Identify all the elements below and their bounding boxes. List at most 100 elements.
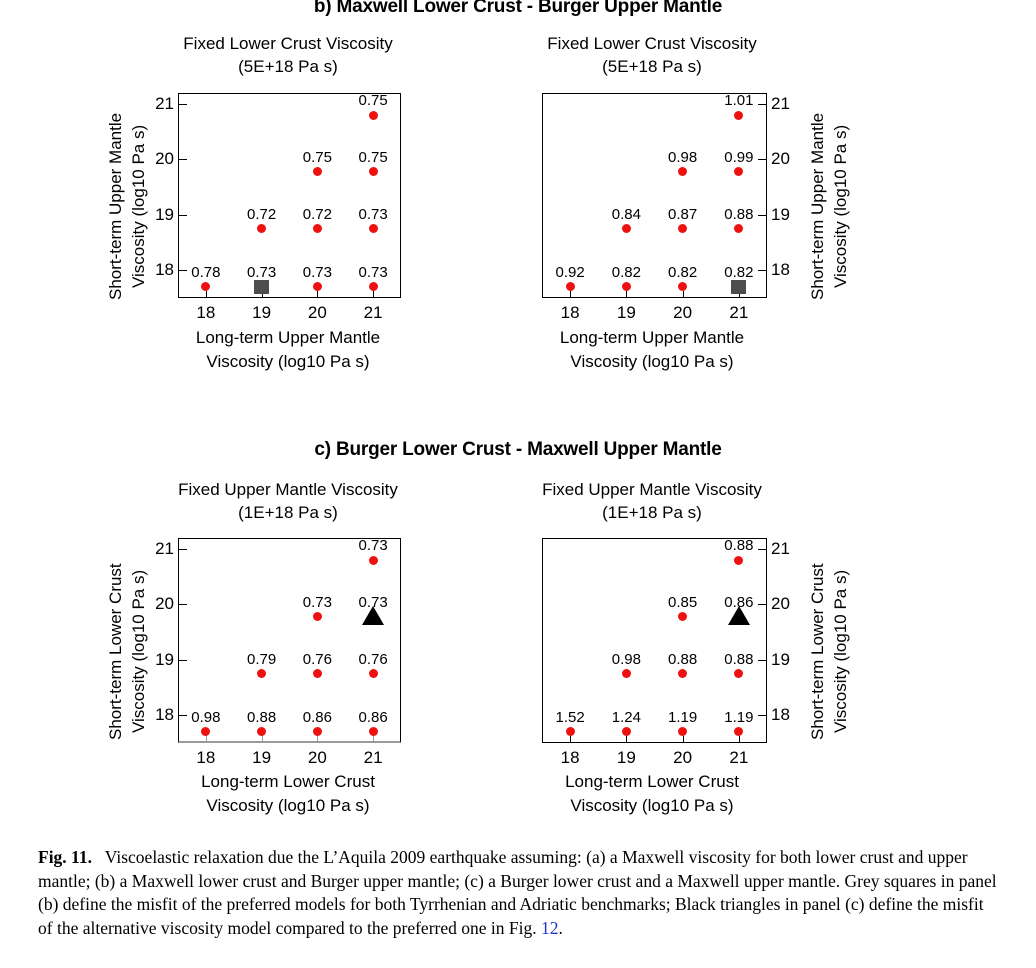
x-tick-label-19: 19 — [616, 748, 636, 767]
y-axis-title-line2: Viscosity (log10 Pa s) — [129, 569, 148, 734]
point-value-label: 0.72 — [247, 205, 277, 223]
chart-title-line1: Fixed Lower Crust Viscosity — [547, 34, 757, 53]
chart-subtitle-line2: (1E+18 Pa s) — [238, 503, 338, 522]
x-tick-label-21: 21 — [729, 303, 749, 322]
chart-title-b-right: Fixed Lower Crust Viscosity (5E+18 Pa s) — [516, 32, 788, 78]
red-circle-marker — [368, 167, 378, 177]
x-tick-label-21: 21 — [363, 748, 383, 767]
x-axis-title-line2: Viscosity (log10 Pa s) — [570, 352, 734, 371]
point-value-label: 0.73 — [358, 537, 388, 555]
chart-title-c-right: Fixed Upper Mantle Viscosity (1E+18 Pa s) — [516, 478, 788, 524]
point-value-label: 0.98 — [611, 650, 641, 668]
y-axis-title-line1: Short-term Lower Crust — [106, 563, 125, 740]
point-value-label: 0.72 — [302, 205, 332, 223]
x-axis-title-line1: Long-term Upper Mantle — [559, 328, 745, 347]
point-value-label: 0.73 — [358, 263, 388, 281]
red-circle-marker — [734, 555, 744, 565]
y-tick-label-18: 18 — [771, 705, 790, 725]
point-value-label: 0.88 — [247, 708, 277, 726]
x-tick — [570, 736, 572, 743]
red-circle-marker — [368, 110, 378, 120]
caption-label: Fig. 11. — [38, 847, 92, 867]
point-value-label: 0.73 — [358, 205, 388, 223]
x-axis-title-b-left: Long-term Upper Mantle Viscosity (log10 P… — [152, 326, 424, 374]
y-tick — [178, 104, 187, 106]
red-circle-marker — [312, 167, 322, 177]
point-value-label: 1.19 — [668, 708, 698, 726]
x-tick-label-20: 20 — [673, 748, 693, 767]
point-value-label: 0.88 — [724, 537, 754, 555]
point-value-label: 0.98 — [191, 708, 221, 726]
y-tick — [178, 604, 187, 606]
x-tick — [373, 291, 375, 298]
x-tick-label-21: 21 — [363, 303, 383, 322]
y-tick — [178, 549, 187, 551]
y-axis-title-line1: Short-term Lower Crust — [808, 563, 827, 740]
chart-subtitle-line2: (5E+18 Pa s) — [238, 57, 338, 76]
x-tick-label-18: 18 — [560, 748, 580, 767]
x-tick-label-18: 18 — [196, 303, 216, 322]
point-value-label: 0.78 — [191, 263, 221, 281]
grey-square-marker — [731, 279, 747, 294]
x-tick — [682, 291, 684, 298]
point-value-label: 0.86 — [358, 708, 388, 726]
x-axis-title-line1: Long-term Lower Crust — [565, 772, 739, 791]
point-value-label: 0.92 — [555, 263, 585, 281]
x-tick — [570, 291, 572, 298]
x-axis-title-line1: Long-term Lower Crust — [201, 772, 375, 791]
point-value-label: 0.75 — [358, 92, 388, 110]
figure-caption: Fig. 11. Viscoelastic relaxation due the… — [38, 847, 997, 938]
x-tick-label-19: 19 — [252, 748, 272, 767]
chart-title-b-left: Fixed Lower Crust Viscosity (5E+18 Pa s) — [152, 32, 424, 78]
chart-title-line1: Fixed Lower Crust Viscosity — [183, 34, 393, 53]
chart-subtitle-line2: (5E+18 Pa s) — [602, 57, 702, 76]
point-value-label: 0.73 — [302, 263, 332, 281]
point-value-label: 0.73 — [358, 593, 388, 611]
y-axis-title-line1: Short-term Upper Mantle — [808, 112, 827, 301]
x-tick-label-19: 19 — [252, 303, 272, 322]
y-tick-label-19: 19 — [771, 204, 790, 224]
x-axis-title-line2: Viscosity (log10 Pa s) — [206, 352, 370, 371]
x-tick-label-20: 20 — [673, 303, 693, 322]
x-tick-label-21: 21 — [729, 748, 749, 767]
y-tick-label-20: 20 — [771, 594, 790, 614]
x-axis-title-line1: Long-term Upper Mantle — [195, 328, 381, 347]
x-tick-label-18: 18 — [196, 748, 216, 767]
x-axis-title-line2: Viscosity (log10 Pa s) — [570, 796, 734, 815]
point-value-label: 0.86 — [302, 708, 332, 726]
point-value-label: 0.73 — [302, 593, 332, 611]
y-tick — [178, 214, 187, 216]
caption-figure-reference[interactable]: 12 — [541, 918, 559, 938]
x-axis-title-c-left: Long-term Lower Crust Viscosity (log10 Pa… — [152, 770, 424, 818]
red-circle-marker — [368, 224, 378, 234]
figure-11: b) Maxwell Lower Crust - Burger Upper Ma… — [0, 0, 1036, 968]
red-circle-marker — [734, 110, 744, 120]
red-circle-marker — [565, 727, 575, 737]
y-tick — [178, 659, 187, 661]
panel-c-heading: c) Burger Lower Crust - Maxwell Upper Ma… — [314, 439, 722, 460]
point-value-label: 1.24 — [611, 708, 641, 726]
red-circle-marker — [368, 727, 378, 737]
y-axis-title-line2: Viscosity (log10 Pa s) — [129, 124, 148, 289]
x-tick — [626, 291, 628, 298]
point-value-label: 0.73 — [247, 263, 277, 281]
point-value-label: 0.88 — [724, 650, 754, 668]
point-value-label: 0.82 — [611, 263, 641, 281]
x-tick-label-19: 19 — [616, 303, 636, 322]
point-value-label: 1.52 — [555, 708, 585, 726]
x-tick — [682, 736, 684, 743]
x-tick — [738, 736, 740, 743]
y-axis-title-line2: Viscosity (log10 Pa s) — [831, 124, 850, 289]
point-value-label: 0.79 — [247, 650, 277, 668]
x-axis-title-c-right: Long-term Lower Crust Viscosity (log10 Pa… — [516, 770, 788, 818]
chart-title-c-left: Fixed Upper Mantle Viscosity (1E+18 Pa s) — [152, 478, 424, 524]
x-tick — [317, 291, 319, 298]
y-tick-label-18: 18 — [771, 260, 790, 280]
point-value-label: 0.88 — [668, 650, 698, 668]
y-axis-title-line2: Viscosity (log10 Pa s) — [831, 569, 850, 734]
point-value-label: 0.76 — [358, 650, 388, 668]
red-circle-marker — [368, 555, 378, 565]
chart-title-line1: Fixed Upper Mantle Viscosity — [542, 480, 762, 499]
point-value-label: 0.76 — [302, 650, 332, 668]
point-value-label: 0.82 — [668, 263, 698, 281]
